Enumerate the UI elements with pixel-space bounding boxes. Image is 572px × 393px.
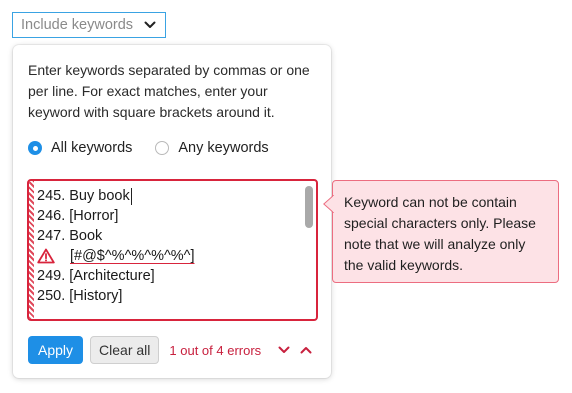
text-cursor — [130, 187, 132, 205]
keyword-line: 250. [History] — [37, 286, 298, 306]
keywords-panel: Enter keywords separated by commas or on… — [13, 45, 331, 378]
keyword-line: 246. [Horror] — [37, 206, 298, 226]
clear-all-button[interactable]: Clear all — [90, 336, 160, 364]
radio-label-all: All keywords — [51, 140, 133, 156]
panel-footer: Apply Clear all 1 out of 4 errors — [28, 336, 316, 364]
radio-label-any: Any keywords — [178, 140, 269, 156]
radio-all-keywords[interactable]: All keywords — [28, 140, 132, 156]
keywords-textarea[interactable]: 245. Buy book 246. [Horror] 247. Book [#… — [27, 179, 318, 321]
tooltip-text: Keyword can not be contain special chara… — [344, 194, 536, 273]
previous-error-chevron-up-icon[interactable] — [299, 343, 313, 357]
keyword-text: 250. [History] — [37, 288, 123, 304]
error-count-text: 1 out of 4 errors — [169, 342, 262, 358]
keyword-text: 245. Buy book — [37, 188, 130, 204]
match-mode-radio-group: All keywords Any keywords — [28, 140, 292, 156]
keyword-text: 249. [Architecture] — [37, 268, 155, 284]
keyword-line: 249. [Architecture] — [37, 266, 298, 286]
dropdown-label: Include keywords — [21, 17, 134, 33]
keyword-text: 246. [Horror] — [37, 208, 119, 224]
keyword-text-invalid: [#@$^%^%^%^%^] — [70, 248, 195, 264]
error-stripe — [29, 181, 34, 319]
keyword-lines: 245. Buy book 246. [Horror] 247. Book [#… — [37, 186, 298, 306]
scrollbar[interactable] — [305, 184, 313, 316]
next-error-chevron-down-icon[interactable] — [277, 343, 291, 357]
radio-button[interactable] — [155, 141, 170, 155]
chevron-down-icon — [143, 18, 157, 32]
warning-icon — [37, 248, 55, 264]
keyword-line-error: [#@$^%^%^%^%^] — [37, 246, 298, 266]
keyword-text: 247. Book — [37, 228, 103, 244]
keyword-line: 245. Buy book — [37, 186, 298, 206]
apply-button[interactable]: Apply — [28, 336, 84, 364]
include-keywords-dropdown[interactable]: Include keywords — [12, 12, 166, 38]
radio-any-keywords[interactable]: Any keywords — [155, 140, 269, 156]
scrollbar-thumb[interactable] — [305, 186, 313, 228]
tooltip-arrow — [323, 195, 334, 213]
radio-button-checked[interactable] — [28, 141, 42, 155]
error-tooltip: Keyword can not be contain special chara… — [323, 180, 559, 283]
instructions-text: Enter keywords separated by commas or on… — [28, 62, 310, 120]
keyword-line: 247. Book — [37, 226, 298, 246]
